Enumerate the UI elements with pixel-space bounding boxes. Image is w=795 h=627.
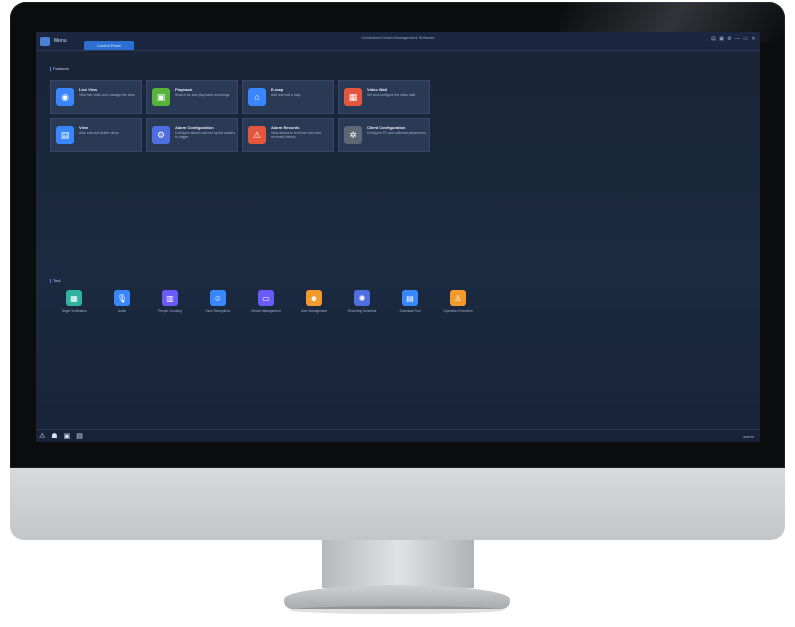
feature-title: Playback [175,87,193,92]
tool-label: Audio [117,309,127,313]
view-icon: ▤ [56,126,74,144]
close-icon[interactable]: ✕ [751,36,756,42]
feature-desc: Search for and play back recordings. [175,93,231,97]
feature-card-emap[interactable]: ⌂ E-map Add and edit a map. [242,80,334,114]
section-accent [50,66,51,71]
operation-protection-icon: ♙ [450,290,466,306]
alarm-records-icon: ⚠ [248,126,266,144]
feature-card-alarm-configuration[interactable]: ⚙ Alarm Configuration Configure alarms a… [146,118,238,152]
video-wall-icon: ▦ [344,88,362,106]
status-icons: ⚠ ☗ ▣ ▤ [39,432,83,440]
tool-target-verification[interactable]: ▦ Target Verification [52,290,96,326]
current-user: admin [743,434,754,439]
feature-desc: View alarms in real time and view record… [271,131,322,140]
feature-title: Live View [79,87,98,92]
feature-cards: ◉ Live View View live video and manage t… [50,80,430,154]
tool-label: People Counting [158,309,182,313]
layout-icon[interactable]: ▤ [711,36,716,42]
tool-people-counting[interactable]: ▥ People Counting [148,290,192,326]
tool-user-management[interactable]: ☻ User Management [292,290,336,326]
device-status-icon[interactable]: ▣ [64,432,71,440]
log-status-icon[interactable]: ▤ [76,432,83,440]
tool-audio[interactable]: 🎙 Audio [100,290,144,326]
tool-download[interactable]: ▤ Download Tool [388,290,432,326]
live-view-icon: ◉ [56,88,74,106]
tool-label: Download Tool [399,309,421,313]
speaker-status-icon[interactable]: ☗ [51,432,57,440]
tool-recording-schedule[interactable]: ✺ Recording Schedule [340,290,384,326]
feature-card-video-wall[interactable]: ▦ Video Wall Set and configure the video… [338,80,430,114]
fullscreen-icon[interactable]: ▣ [719,36,724,42]
feature-card-client-configuration[interactable]: ✲ Client Configuration Configure PC and … [338,118,430,152]
tool-label: User Management [300,309,328,313]
window-controls: ▤ ▣ ⚙ — ▭ ✕ [711,36,756,42]
tool-label: Recording Schedule [347,309,377,313]
feature-card-playback[interactable]: ▣ Playback Search for and play back reco… [146,80,238,114]
maximize-icon[interactable]: ▭ [743,36,748,42]
tool-label: Target Verification [61,309,87,313]
feature-title: Client Configuration [367,125,406,130]
tool-label: Face Recognition [205,309,231,313]
client-config-icon: ✲ [344,126,362,144]
recording-schedule-icon: ✺ [354,290,370,306]
tool-list: ▦ Target Verification 🎙 Audio ▥ People C… [50,290,490,330]
tool-operation-protection[interactable]: ♙ Operation Protection [436,290,480,326]
feature-card-view[interactable]: ▤ View Add, edit and delete views. [50,118,142,152]
status-bar: ⚠ ☗ ▣ ▤ admin [36,429,760,442]
tool-label: Device Management [251,309,281,313]
features-section-label: Features [50,66,69,71]
minimize-icon[interactable]: — [735,36,740,42]
feature-title: View [79,125,89,130]
tool-label: Operation Protection [443,309,473,313]
alarm-config-icon: ⚙ [152,126,170,144]
face-recognition-icon: ☺ [210,290,226,306]
titlebar: Menu Control Panel Centralized Video Man… [36,32,760,51]
settings-icon[interactable]: ⚙ [727,36,732,42]
target-verification-icon: ▦ [66,290,82,306]
feature-title: Alarm Records [271,125,300,130]
device-management-icon: ▭ [258,290,274,306]
feature-desc: Add, edit and delete views. [79,131,120,135]
tool-device-management[interactable]: ▭ Device Management [244,290,288,326]
feature-card-alarm-records[interactable]: ⚠ Alarm Records View alarms in real time… [242,118,334,152]
feature-title: Alarm Configuration [175,125,214,130]
alarm-status-icon[interactable]: ⚠ [39,432,45,440]
user-management-icon: ☻ [306,290,322,306]
audio-icon: 🎙 [114,290,130,306]
emap-icon: ⌂ [248,88,266,106]
feature-desc: Configure alarms and set up the actions … [175,131,235,140]
app-title: Centralized Video Management Software [361,35,435,40]
tool-face-recognition[interactable]: ☺ Face Recognition [196,290,240,326]
section-accent [50,278,51,283]
feature-desc: View live video and manage the view. [79,93,136,97]
monitor-stand-shadow [290,606,504,614]
feature-desc: Set and configure the video wall. [367,93,417,97]
feature-desc: Add and edit a map. [271,93,302,97]
monitor-stand-neck [322,540,474,588]
feature-desc: Configure PC and software parameters. [367,131,427,135]
people-counting-icon: ▥ [162,290,178,306]
tab-control-panel[interactable]: Control Panel [84,41,134,50]
download-icon: ▤ [402,290,418,306]
playback-icon: ▣ [152,88,170,106]
feature-card-live-view[interactable]: ◉ Live View View live video and manage t… [50,80,142,114]
app-screen: Menu Control Panel Centralized Video Man… [36,32,760,442]
feature-title: Video Wall [367,87,388,92]
tools-section-label: Tool [50,278,60,283]
monitor-chin [10,468,785,540]
feature-title: E-map [271,87,284,92]
